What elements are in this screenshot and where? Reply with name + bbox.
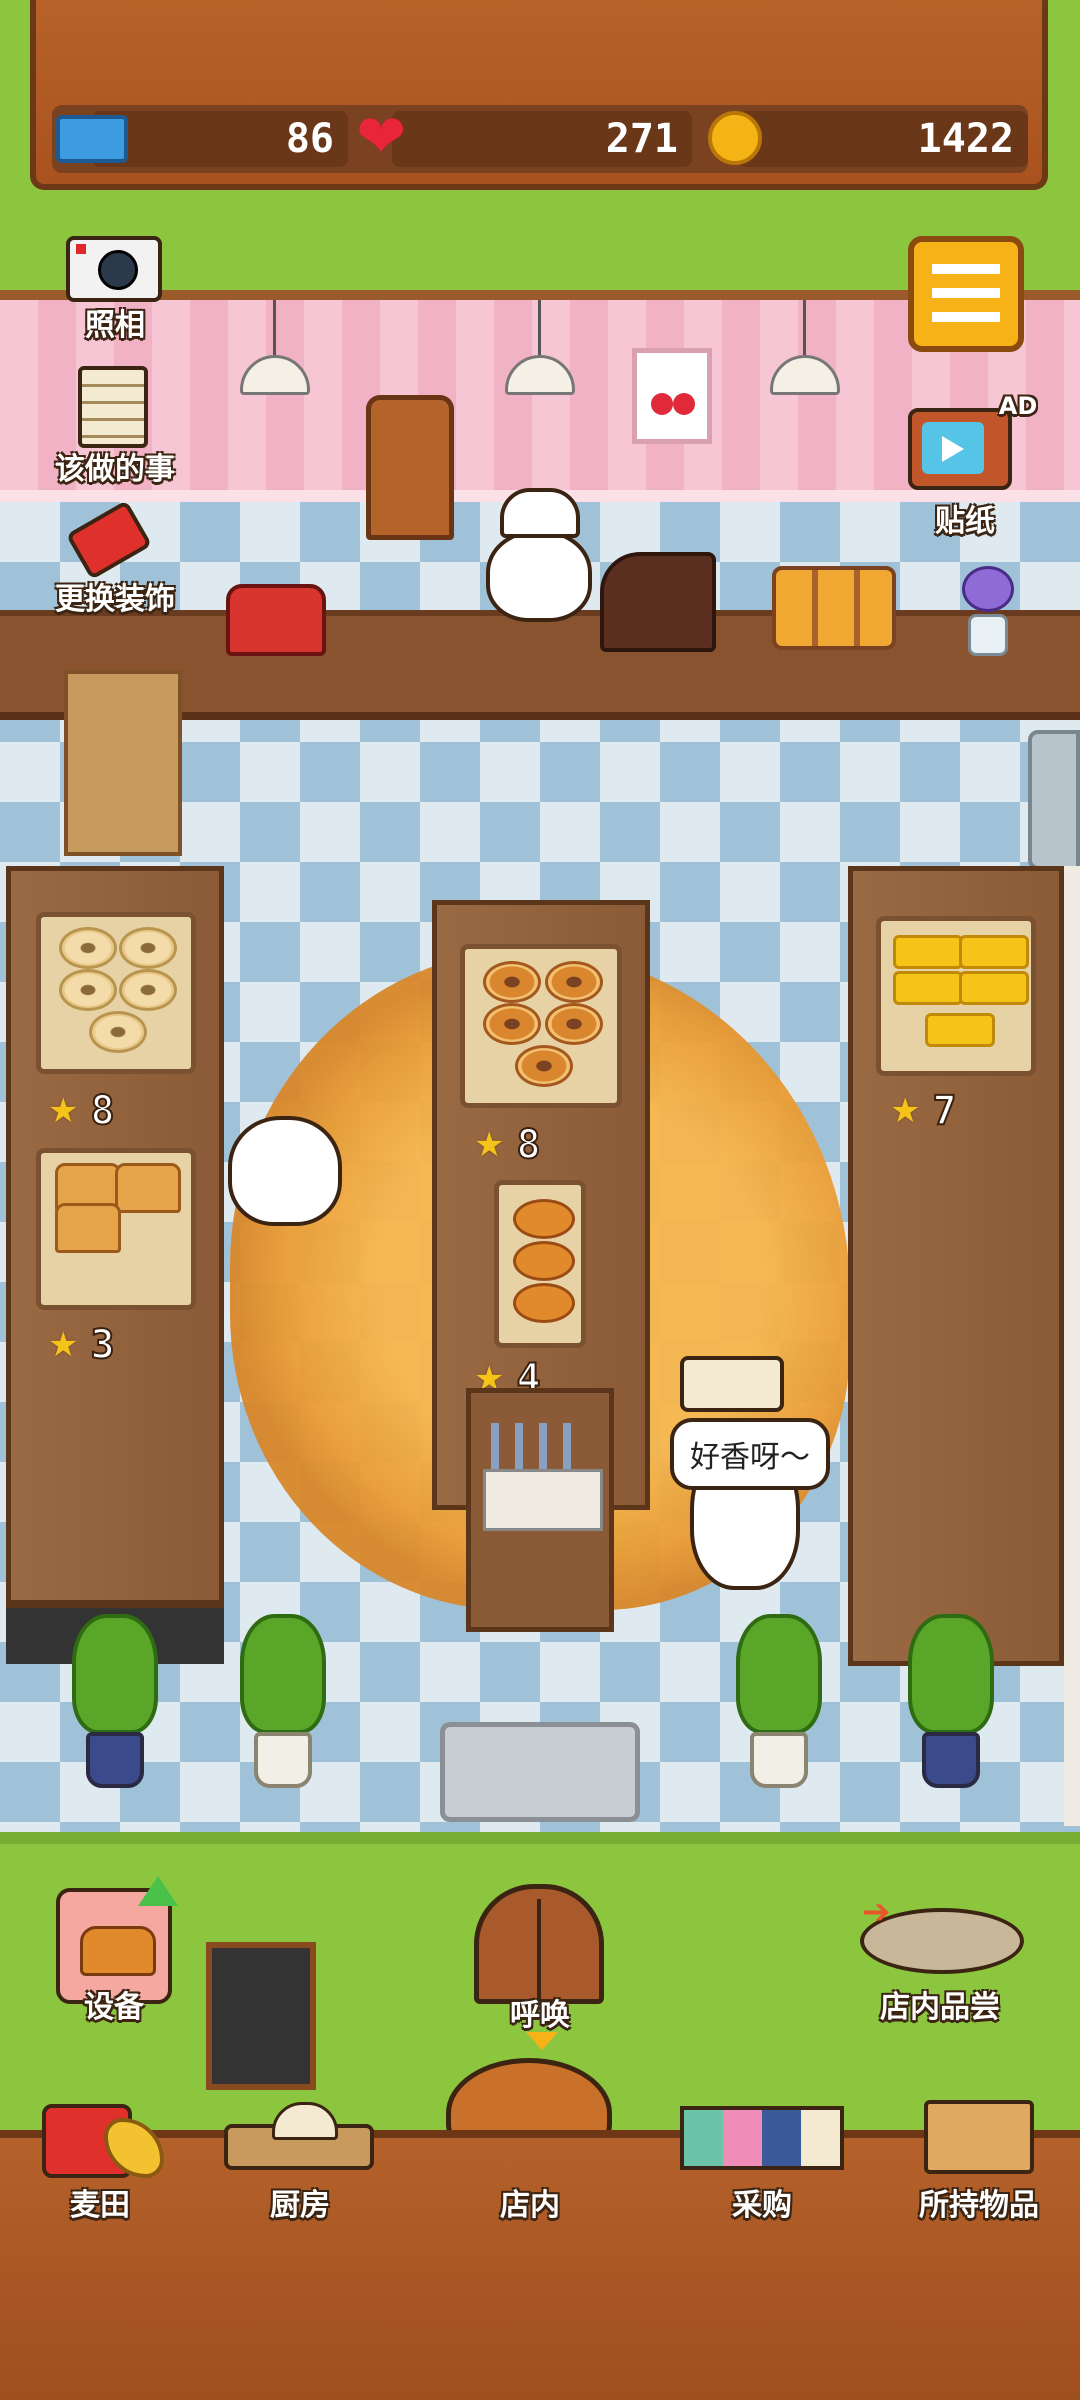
nav-label: 采购 bbox=[732, 2188, 792, 2223]
menu-chalkboard bbox=[206, 1942, 316, 2090]
cash-register bbox=[600, 552, 716, 652]
right-rating: ★ 7 bbox=[890, 1087, 958, 1135]
star-icon: ★ bbox=[48, 1325, 79, 1365]
hamburger-menu-icon bbox=[932, 264, 1000, 324]
star-icon: ★ bbox=[890, 1091, 921, 1131]
baker-cat bbox=[486, 530, 592, 622]
star-icon: ★ bbox=[48, 1091, 79, 1131]
coins-counter: 1422 bbox=[698, 105, 1028, 173]
ticket-icon bbox=[56, 115, 128, 163]
tasting-button[interactable]: ➔ 店内品尝 bbox=[840, 1886, 1040, 2025]
nav-label: 厨房 bbox=[270, 2188, 330, 2223]
nav-item-kitchen[interactable]: 厨房 bbox=[210, 2090, 390, 2230]
call-label: 呼唤 bbox=[510, 1998, 570, 2033]
center-top-rating: ★ 8 bbox=[474, 1121, 542, 1169]
decorate-button[interactable]: 更换装饰 bbox=[40, 499, 190, 618]
hearts-counter: ❤ 271 bbox=[352, 105, 692, 173]
left-top-tray[interactable] bbox=[36, 912, 196, 1074]
lamp bbox=[240, 300, 310, 405]
camera-icon bbox=[66, 236, 162, 302]
potted-plant bbox=[240, 1614, 326, 1794]
stats-bar: 86 ❤ 271 1422 bbox=[52, 105, 1028, 173]
nav-item-inventory[interactable]: 所持物品 bbox=[884, 2090, 1074, 2230]
box-icon bbox=[924, 2100, 1034, 2174]
coin-icon bbox=[708, 111, 762, 165]
call-button[interactable]: 呼唤 bbox=[460, 1870, 620, 2050]
menu-button[interactable] bbox=[908, 236, 1024, 352]
customer-speech-bubble: 好香呀～ bbox=[670, 1418, 830, 1490]
coins-value: 1422 bbox=[917, 116, 1014, 162]
nav-label: 所持物品 bbox=[919, 2188, 1039, 2223]
cherry-picture bbox=[632, 348, 712, 444]
nav-item-shop[interactable]: 店内 bbox=[450, 2168, 610, 2230]
nav-item-shopping[interactable]: 采购 bbox=[662, 2090, 862, 2230]
equipment-button[interactable]: 设备 bbox=[56, 1876, 178, 2028]
arrow-right-icon: ➔ bbox=[862, 1892, 891, 1932]
tickets-counter: 86 bbox=[52, 105, 348, 173]
decorate-label: 更换装饰 bbox=[55, 582, 175, 617]
center-top-tray[interactable] bbox=[460, 944, 622, 1108]
hearts-value: 271 bbox=[605, 116, 678, 162]
paint-roller-icon bbox=[65, 499, 153, 581]
customer-cat bbox=[228, 1116, 342, 1226]
right-tray[interactable] bbox=[876, 916, 1036, 1076]
tickets-value: 86 bbox=[285, 116, 334, 162]
nav-item-wheat-field[interactable]: 麦田 bbox=[20, 2090, 180, 2230]
ad-badge: AD bbox=[998, 392, 1038, 420]
heart-icon: ❤ bbox=[356, 102, 407, 172]
left-bottom-tray[interactable] bbox=[36, 1148, 196, 1310]
upgrade-arrow-icon bbox=[138, 1876, 178, 1906]
tasting-label: 店内品尝 bbox=[880, 1990, 1000, 2025]
camera-label: 照相 bbox=[85, 308, 145, 343]
left-top-rating: ★ 8 bbox=[48, 1087, 116, 1135]
equipment-label: 设备 bbox=[84, 1990, 144, 2025]
chef-hat bbox=[500, 488, 580, 538]
bread-cabinet bbox=[366, 395, 454, 540]
potted-plant bbox=[736, 1614, 822, 1794]
door-mat bbox=[440, 1722, 640, 1822]
nav-label: 店内 bbox=[500, 2188, 560, 2223]
potted-plant bbox=[908, 1614, 994, 1794]
clipboard-icon bbox=[78, 366, 148, 448]
cardboard-box bbox=[64, 670, 182, 856]
side-door bbox=[1028, 730, 1080, 870]
sticker-button[interactable]: AD 贴纸 bbox=[900, 392, 1040, 542]
right-wall-edge bbox=[1064, 866, 1080, 1826]
knife-block-cabinet bbox=[466, 1388, 614, 1632]
telephone bbox=[226, 584, 326, 656]
tv-icon bbox=[908, 408, 1012, 490]
todo-label: 该做的事 bbox=[55, 452, 175, 487]
left-bottom-rating: ★ 3 bbox=[48, 1321, 116, 1369]
shopping-icon bbox=[680, 2106, 844, 2170]
potted-plant bbox=[72, 1614, 158, 1794]
honey-jars bbox=[772, 566, 896, 650]
shop-door-icon bbox=[474, 1884, 604, 2004]
flower-vase bbox=[958, 566, 1014, 656]
carried-tray bbox=[680, 1356, 784, 1412]
nav-label: 麦田 bbox=[70, 2188, 130, 2223]
lamp bbox=[770, 300, 840, 405]
sticker-label: 贴纸 bbox=[935, 504, 995, 539]
center-bottom-tray[interactable] bbox=[494, 1180, 586, 1348]
todo-button[interactable]: 该做的事 bbox=[40, 362, 190, 487]
star-icon: ★ bbox=[474, 1125, 505, 1165]
camera-button[interactable]: 照相 bbox=[60, 232, 170, 343]
kitchen-icon bbox=[224, 2102, 374, 2170]
lamp bbox=[505, 300, 575, 405]
